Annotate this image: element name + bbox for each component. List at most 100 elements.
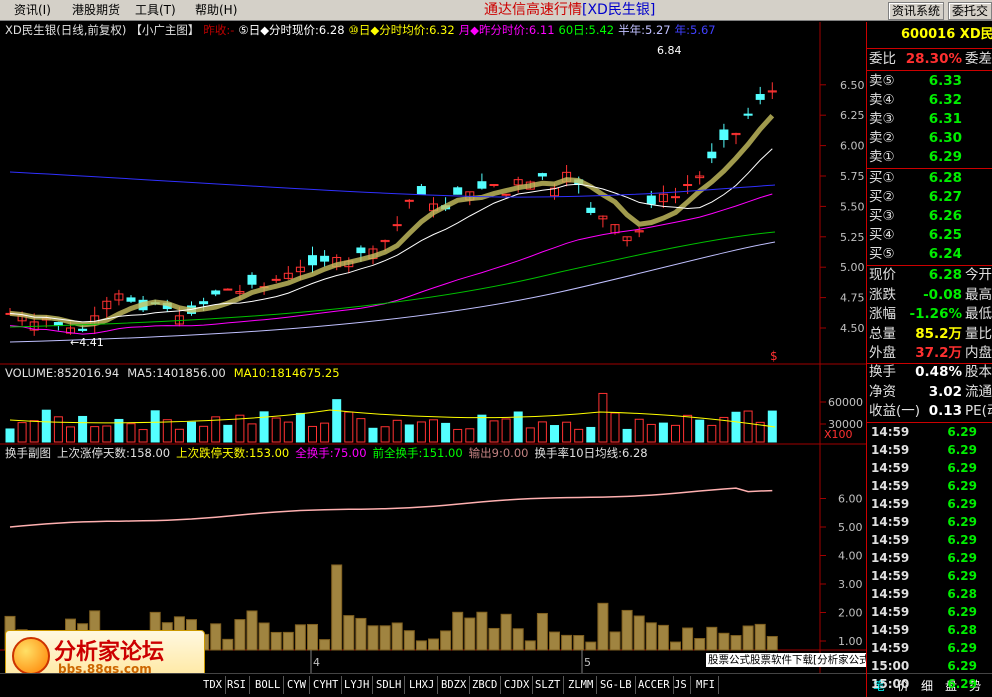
trade-button[interactable]: 委托交 (948, 2, 992, 20)
candle-body (356, 247, 366, 254)
tick-price: 6.29 (947, 551, 977, 565)
volume-bar (271, 417, 281, 443)
tick-price: 6.29 (947, 677, 977, 691)
app-title-stock: [XD民生银] (582, 2, 656, 18)
quote-label: 买⑤ (869, 246, 895, 262)
candle-body (404, 199, 414, 202)
turnover-bar (355, 617, 367, 651)
template-name[interactable]: 【小广主图】 (130, 23, 199, 37)
volume-bar (247, 423, 257, 443)
candle-body (683, 184, 693, 187)
quote-extra-label: 股本 (965, 364, 992, 380)
tick-price: 6.28 (947, 623, 977, 637)
price-axis-label: 4.75 (840, 292, 865, 305)
tab-tdx[interactable]: TDX (200, 676, 226, 694)
chart-canvas[interactable]: 6.50 6.25 6.00 5.75 5.50 5.25 5.00 4.75 4.50 6.84… (0, 22, 866, 673)
quote-label: 买① (869, 170, 895, 186)
volume-bar (489, 420, 499, 443)
candle-body (743, 113, 753, 116)
candle-body (755, 94, 765, 100)
candle-body (223, 288, 233, 291)
tick-row: 15:00 6.29 (869, 657, 989, 675)
menu-hk-futures[interactable]: 港股期货 (72, 2, 120, 19)
turnover-bar (633, 615, 645, 651)
tab-slzt[interactable]: SLZT (532, 676, 565, 694)
quote-label: 买② (869, 189, 895, 205)
volume-bar (29, 420, 39, 443)
volume-bar (380, 426, 390, 443)
volume-bar (5, 428, 15, 443)
volume-bar (634, 418, 644, 443)
tab-zlmm[interactable]: ZLMM (565, 676, 598, 694)
tab-zbcd[interactable]: ZBCD (469, 676, 502, 694)
indicator-axis-label: 2.00 (838, 607, 863, 620)
tick-time: 14:59 (871, 461, 910, 475)
tick-row: 14:59 6.29 (869, 603, 989, 621)
tab-cyw[interactable]: CYW (284, 676, 310, 694)
app-title-text: 通达信高速行情 (484, 2, 582, 18)
menu-help[interactable]: 帮助(H) (195, 2, 237, 19)
turnover-bar (258, 622, 270, 651)
year-line (9, 171, 776, 198)
volume-ma5: MA5:1401856.00 (127, 366, 226, 380)
tick-time: 14:59 (871, 515, 910, 529)
price-axis-label: 5.75 (840, 170, 865, 183)
turnover-bar (524, 640, 536, 651)
tick-time: 15:00 (871, 659, 910, 673)
tab-sdlh[interactable]: SDLH (373, 676, 406, 694)
quote-row: 现价 6.28 今开 (867, 266, 992, 285)
menu-tools[interactable]: 工具(T) (135, 2, 176, 19)
promo-text[interactable]: 股票公式股票软件下载[分析家公式网www.88gs.com] (706, 653, 866, 667)
turnover-bar (670, 641, 681, 651)
tab-mfi[interactable]: MFI (693, 676, 719, 694)
turnover-bar (549, 631, 560, 651)
candle-body (537, 173, 547, 177)
quote-value: 6.24 (928, 246, 962, 262)
candle-body (211, 290, 221, 295)
turnover-bar (573, 635, 585, 651)
volume-bar (368, 427, 378, 443)
turnover-bar (694, 637, 706, 651)
tab-lyjh[interactable]: LYJH (341, 676, 374, 694)
tab-js[interactable]: JS (671, 676, 691, 694)
volume-bar (332, 399, 342, 443)
price-axis-label: 5.50 (840, 200, 865, 213)
tab-accer[interactable]: ACCER (635, 676, 674, 694)
quote-value: 6.28 (928, 267, 962, 283)
tab-cyht[interactable]: CYHT (310, 676, 343, 694)
tick-row: 14:59 6.28 (869, 621, 989, 639)
candle-body (78, 328, 88, 331)
volume-bar (78, 415, 88, 443)
info-system-button[interactable]: 资讯系统 (888, 2, 945, 20)
tick-price: 6.29 (947, 497, 977, 511)
volume-bar (392, 419, 402, 443)
tick-row: 14:59 6.29 (869, 459, 989, 477)
tab-lhxj[interactable]: LHXJ (406, 676, 439, 694)
tab-bdzx[interactable]: BDZX (438, 676, 471, 694)
tab-cjdx[interactable]: CJDX (501, 676, 534, 694)
quote-value: 6.25 (928, 227, 962, 243)
turnover-bar (270, 631, 282, 651)
tick-price: 6.29 (947, 461, 977, 475)
volume-bar (598, 392, 608, 443)
volume-bar (102, 425, 112, 443)
turnover-bar (657, 624, 669, 651)
tab-rsi[interactable]: RSI (224, 676, 250, 694)
tick-row: 14:59 6.29 (869, 513, 989, 531)
price-axis-label: 6.25 (840, 109, 865, 122)
indicator-axis-label: 4.00 (838, 550, 863, 563)
tab-boll[interactable]: BOLL (252, 676, 285, 694)
quote-row: 买⑤ 6.24 (867, 245, 992, 264)
turnover-bar (682, 627, 694, 651)
turnover-bar (609, 631, 621, 651)
volume-bar (199, 425, 209, 443)
tick-time: 14:59 (871, 569, 910, 583)
menu-info[interactable]: 资讯(I) (14, 2, 51, 19)
volume-bar (283, 421, 293, 443)
volume-bar (90, 426, 100, 443)
quote-value: 3.02 (928, 383, 962, 400)
forum-logo-icon (12, 637, 50, 675)
quote-extra-label: 流通 (965, 383, 992, 400)
tick-row: 14:59 6.29 (869, 495, 989, 513)
tab-sg-lb[interactable]: SG-LB (597, 676, 636, 694)
